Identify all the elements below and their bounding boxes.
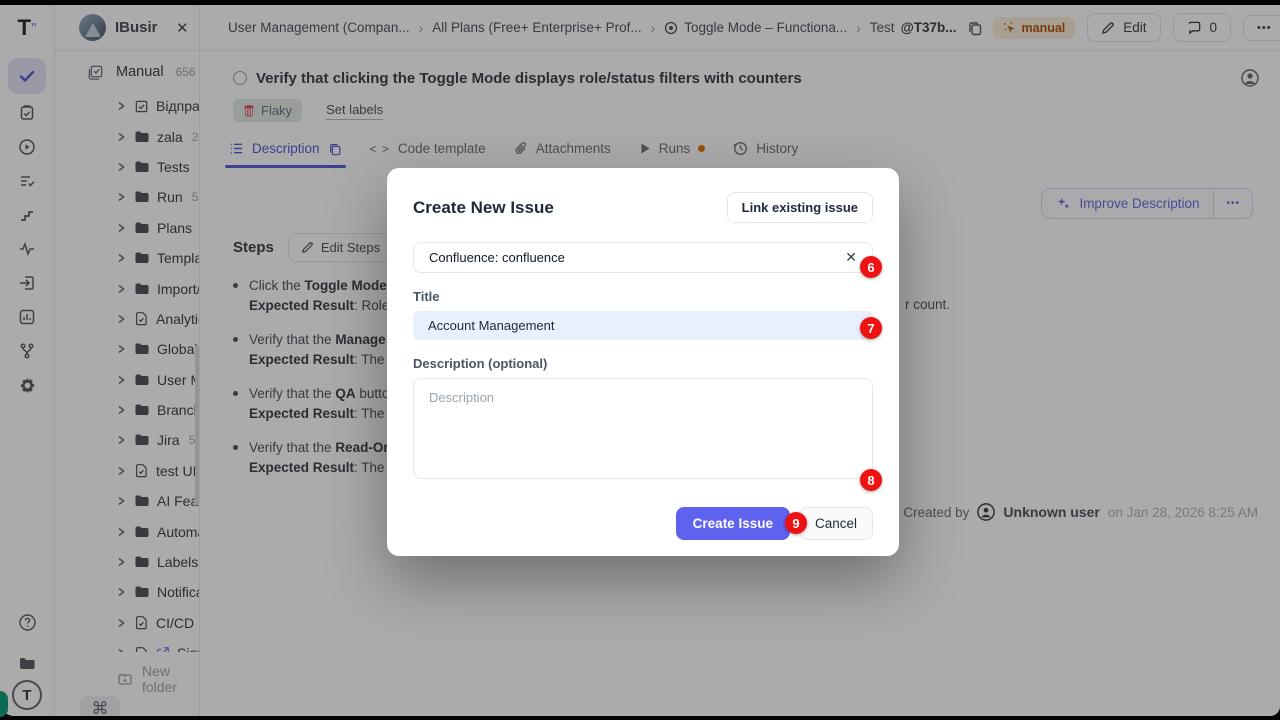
- create-issue-button[interactable]: Create Issue: [676, 507, 790, 540]
- clear-selection-icon[interactable]: ✕: [845, 249, 857, 266]
- annotation-badge-8: 8: [860, 469, 882, 491]
- annotation-badge-6: 6: [860, 256, 882, 278]
- annotation-badge-9: 9: [785, 512, 807, 534]
- modal-title: Create New Issue: [413, 198, 554, 218]
- create-issue-modal: Create New Issue Link existing issue Con…: [387, 168, 899, 556]
- title-field-label: Title: [413, 289, 873, 304]
- screen: Tˮ: [0, 0, 1280, 720]
- annotation-badge-7: 7: [860, 317, 882, 339]
- integration-select-value: Confluence: confluence: [429, 250, 565, 265]
- cancel-button[interactable]: Cancel: [799, 507, 873, 540]
- integration-select[interactable]: Confluence: confluence ✕: [413, 242, 873, 273]
- issue-title-input[interactable]: Account Management: [413, 311, 873, 340]
- description-field-label: Description (optional): [413, 356, 873, 371]
- link-existing-issue-button[interactable]: Link existing issue: [727, 192, 873, 223]
- modal-header: Create New Issue Link existing issue: [413, 192, 873, 223]
- issue-description-textarea[interactable]: Description: [413, 378, 873, 479]
